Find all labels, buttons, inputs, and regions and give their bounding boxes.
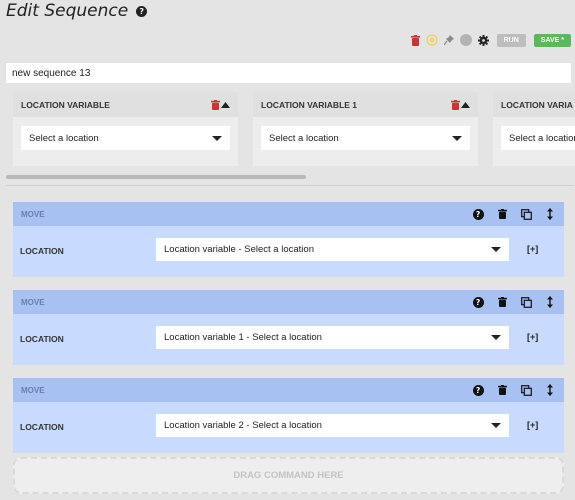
help-icon[interactable]: ? — [472, 296, 484, 308]
chevron-down-icon — [452, 135, 462, 141]
copy-icon[interactable] — [520, 384, 532, 396]
variable-card-header[interactable]: LOCATION VARIA — [493, 92, 575, 117]
header: Edit Sequence ? — [6, 0, 148, 22]
select-value: Location variable - Select a location — [164, 244, 314, 255]
move-step: MOVE ? LOCATION Location variable - Sele… — [13, 202, 564, 277]
variable-actions — [451, 99, 470, 110]
step-title: MOVE — [21, 297, 45, 307]
field-label: LOCATION — [20, 334, 64, 344]
variable-card: LOCATION VARIABLE 1 Select a location — [253, 92, 478, 166]
variable-card-header[interactable]: LOCATION VARIABLE 1 — [253, 92, 478, 117]
select-value: Select a location — [509, 132, 575, 144]
sequence-toolbar: RUN SAVE * — [405, 33, 571, 47]
chevron-down-icon — [491, 335, 501, 340]
variable-card: LOCATION VARIABLE Select a location — [13, 92, 238, 166]
select-value: Location variable 1 - Select a location — [164, 332, 322, 343]
move-step: MOVE ? LOCATION Location variable 2 - Se… — [13, 378, 564, 453]
step-actions: ? — [460, 208, 556, 220]
copy-icon[interactable] — [520, 296, 532, 308]
step-title: MOVE — [21, 385, 45, 395]
location-select[interactable]: Location variable 2 - Select a location — [156, 414, 509, 437]
copy-icon[interactable] — [520, 208, 532, 220]
sun-icon[interactable] — [425, 34, 438, 46]
location-select[interactable]: Select a location — [501, 126, 575, 150]
divider — [6, 185, 574, 186]
variable-title: LOCATION VARIABLE — [21, 99, 110, 110]
variable-card: LOCATION VARIA Select a location — [493, 92, 575, 166]
field-label: LOCATION — [20, 422, 64, 432]
location-select[interactable]: Select a location — [21, 126, 230, 150]
save-button[interactable]: SAVE * — [533, 33, 571, 47]
variables-row: LOCATION VARIABLE Select a location LOCA… — [13, 92, 575, 166]
gear-icon[interactable] — [477, 34, 489, 46]
drop-zone-label: DRAG COMMAND HERE — [233, 470, 344, 481]
trash-icon[interactable] — [496, 384, 508, 396]
run-button[interactable]: RUN — [496, 33, 526, 47]
variable-title: LOCATION VARIABLE 1 — [261, 99, 358, 110]
select-value: Location variable 2 - Select a location — [164, 420, 322, 431]
drag-handle-icon[interactable] — [544, 384, 556, 396]
collapse-icon[interactable] — [461, 101, 470, 108]
step-header[interactable]: MOVE ? — [13, 378, 564, 402]
chevron-down-icon — [491, 423, 501, 428]
variable-title: LOCATION VARIA — [501, 99, 573, 110]
sequence-name-input[interactable] — [6, 63, 571, 83]
delete-variable-icon[interactable] — [211, 99, 220, 110]
trash-icon[interactable] — [496, 208, 508, 220]
step-title: MOVE — [21, 209, 45, 219]
drag-command-drop-zone[interactable]: DRAG COMMAND HERE — [13, 457, 564, 494]
delete-variable-icon[interactable] — [451, 99, 460, 110]
location-select[interactable]: Location variable - Select a location — [156, 238, 509, 261]
move-step: MOVE ? LOCATION Location variable 1 - Se… — [13, 290, 564, 365]
step-header[interactable]: MOVE ? — [13, 202, 564, 226]
select-value: Select a location — [269, 132, 339, 144]
status-dot-icon — [459, 34, 472, 46]
horizontal-scrollbar[interactable] — [6, 175, 574, 180]
step-actions: ? — [460, 384, 556, 396]
add-variable-button[interactable]: [+] — [527, 420, 538, 430]
trash-icon[interactable] — [410, 34, 420, 46]
field-label: LOCATION — [20, 246, 64, 256]
step-actions: ? — [460, 296, 556, 308]
help-icon[interactable]: ? — [136, 5, 148, 17]
collapse-icon[interactable] — [221, 101, 230, 108]
chevron-down-icon — [491, 247, 501, 252]
variable-card-header[interactable]: LOCATION VARIABLE — [13, 92, 238, 117]
select-value: Select a location — [29, 132, 99, 144]
page-title: Edit Sequence — [6, 1, 129, 21]
add-variable-button[interactable]: [+] — [527, 244, 538, 254]
step-header[interactable]: MOVE ? — [13, 290, 564, 314]
scrollbar-thumb[interactable] — [6, 175, 306, 179]
add-variable-button[interactable]: [+] — [527, 332, 538, 342]
help-icon[interactable]: ? — [472, 208, 484, 220]
help-icon[interactable]: ? — [472, 384, 484, 396]
trash-icon[interactable] — [496, 296, 508, 308]
location-select[interactable]: Location variable 1 - Select a location — [156, 326, 509, 349]
variable-actions — [211, 99, 230, 110]
drag-handle-icon[interactable] — [544, 296, 556, 308]
pin-icon[interactable] — [443, 35, 454, 45]
location-select[interactable]: Select a location — [261, 126, 470, 150]
chevron-down-icon — [212, 135, 222, 141]
drag-handle-icon[interactable] — [544, 208, 556, 220]
